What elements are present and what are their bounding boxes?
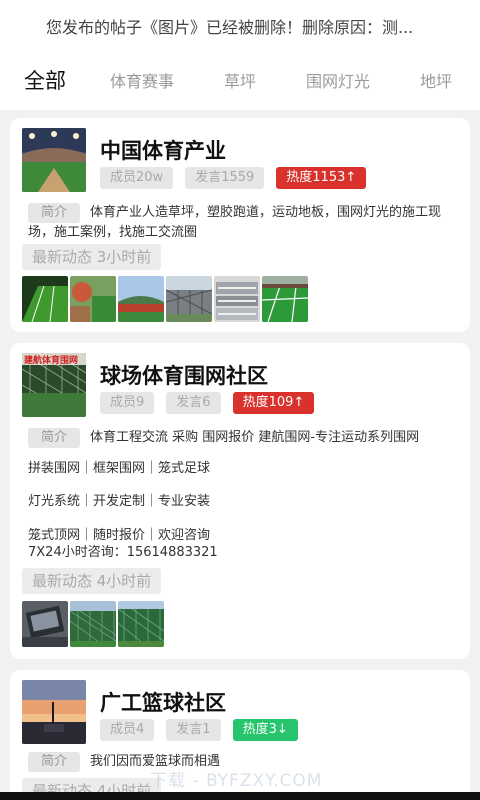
heat-badge: 热度3↓ bbox=[232, 719, 298, 741]
community-stats: 成员4 发言1 热度3↓ bbox=[100, 719, 310, 741]
post-count-badge: 发言1559 bbox=[185, 167, 265, 189]
heat-badge: 热度109↑ bbox=[232, 392, 315, 414]
heat-badge: 热度1153↑ bbox=[276, 167, 367, 189]
community-avatar bbox=[22, 680, 86, 744]
recent-image-thumb[interactable] bbox=[118, 601, 164, 647]
recent-image-thumb[interactable] bbox=[262, 276, 308, 322]
tab-sports-events[interactable]: 体育赛事 bbox=[110, 68, 174, 92]
recent-image-thumb[interactable] bbox=[70, 601, 116, 647]
tab-all[interactable]: 全部 bbox=[24, 65, 66, 95]
recent-image-thumb[interactable] bbox=[22, 276, 68, 322]
intro-line: 笼式顶网｜随时报价｜欢迎咨询 bbox=[28, 528, 211, 543]
recent-image-thumb[interactable] bbox=[214, 276, 260, 322]
category-tabs: 全部 体育赛事 草坪 围网灯光 地坪 bbox=[0, 50, 480, 110]
intro-line: 7X24小时咨询：15614883321 bbox=[28, 545, 218, 560]
recent-images bbox=[22, 276, 310, 322]
community-avatar bbox=[22, 128, 86, 192]
intro-line: 拼装围网｜框架围网｜笼式足球 bbox=[28, 461, 211, 476]
deleted-post-notice[interactable]: 您发布的帖子《图片》已经被删除！删除原因：测... bbox=[0, 0, 480, 50]
tab-fence-lighting[interactable]: 围网灯光 bbox=[306, 68, 370, 92]
recent-image-thumb[interactable] bbox=[166, 276, 212, 322]
community-name: 球场体育围网社区 bbox=[100, 364, 268, 388]
community-intro: 体育工程交流 采购 围网报价 建航围网-专注运动系列围网 bbox=[90, 430, 420, 445]
tab-lawn[interactable]: 草坪 bbox=[224, 68, 256, 92]
community-card[interactable]: 中国体育产业 成员20w 发言1559 热度1153↑ 简介 体育产业人造草坪，… bbox=[10, 118, 470, 332]
member-count-badge: 成员20w bbox=[100, 167, 174, 189]
latest-activity: 最新动态 4小时前 bbox=[22, 568, 162, 594]
post-count-badge: 发言6 bbox=[166, 392, 221, 414]
community-name: 广工篮球社区 bbox=[100, 691, 226, 715]
bottom-navigation-bar bbox=[0, 792, 480, 800]
community-stats: 成员20w 发言1559 热度1153↑ bbox=[100, 167, 378, 189]
community-stats: 成员9 发言6 热度109↑ bbox=[100, 392, 326, 414]
recent-image-thumb[interactable] bbox=[22, 601, 68, 647]
member-count-badge: 成员4 bbox=[100, 719, 155, 741]
avatar-logo-text: 建航体育围网 bbox=[24, 354, 78, 366]
recent-images bbox=[22, 601, 166, 647]
community-intro: 体育产业人造草坪，塑胶跑道，运动地板，围网灯光的施工现场，施工案例，找施工交流圈 bbox=[28, 205, 442, 240]
recent-image-thumb[interactable] bbox=[118, 276, 164, 322]
recent-image-thumb[interactable] bbox=[70, 276, 116, 322]
intro-line: 灯光系统｜开发定制｜专业安装 bbox=[28, 494, 211, 509]
notice-text: 您发布的帖子《图片》已经被删除！删除原因：测... bbox=[46, 18, 414, 37]
member-count-badge: 成员9 bbox=[100, 392, 155, 414]
watermark: 下载 - BYFZXY.COM bbox=[150, 771, 323, 791]
community-avatar: 建航体育围网 bbox=[22, 353, 86, 417]
community-name: 中国体育产业 bbox=[100, 139, 226, 163]
tab-flooring[interactable]: 地坪 bbox=[420, 68, 452, 92]
latest-activity: 最新动态 3小时前 bbox=[22, 244, 162, 270]
community-card[interactable]: 建航体育围网 球场体育围网社区 成员9 发言6 热度109↑ 简介 体育工程交流… bbox=[10, 343, 470, 659]
post-count-badge: 发言1 bbox=[166, 719, 221, 741]
